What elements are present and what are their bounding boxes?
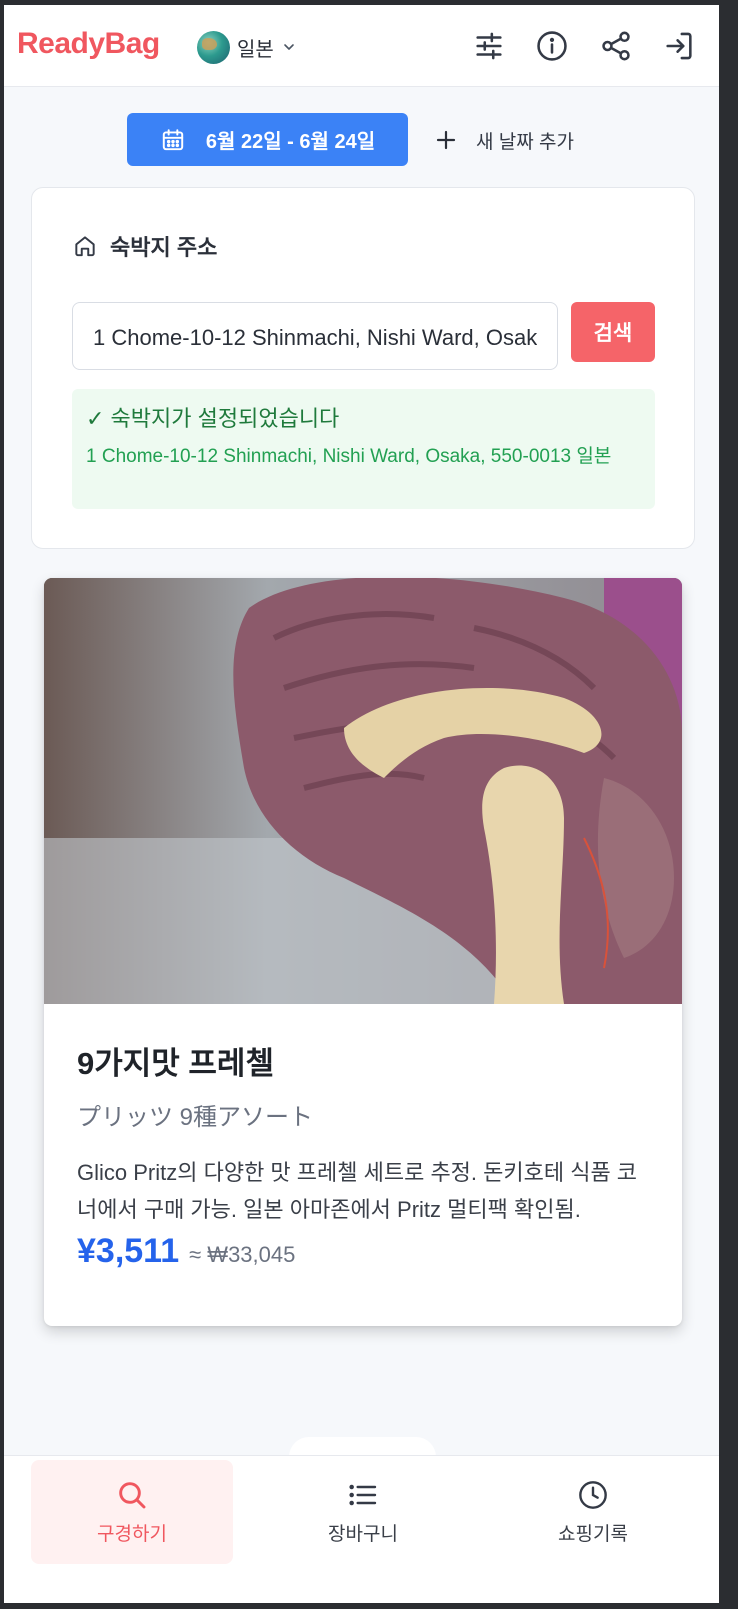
product-info: 9가지맛 프레첼 プリッツ 9種アソート Glico Pritz의 다양한 맛 …: [77, 1038, 657, 1271]
info-icon[interactable]: [535, 29, 569, 63]
product-card[interactable]: 9가지맛 프레첼 プリッツ 9種アソート Glico Pritz의 다양한 맛 …: [44, 578, 682, 1326]
price-jpy: ¥3,511: [77, 1232, 180, 1270]
share-icon[interactable]: [599, 29, 633, 63]
nav-history-label: 쇼핑기록: [558, 1523, 628, 1545]
calendar-icon: [162, 128, 184, 150]
address-input[interactable]: [72, 302, 558, 370]
country-selector[interactable]: 일본: [197, 29, 297, 65]
sliders-icon[interactable]: [472, 29, 506, 63]
product-subtitle: プリッツ 9種アソート: [77, 1104, 314, 1131]
chevron-down-icon: [284, 44, 294, 50]
country-globe-icon: [197, 30, 230, 64]
price-krw: ≈ ₩33,045: [189, 1242, 296, 1267]
nav-browse[interactable]: 구경하기: [31, 1460, 233, 1564]
app-logo[interactable]: ReadyBag: [17, 27, 160, 61]
product-price: ¥3,511 ≈ ₩33,045: [77, 1232, 657, 1271]
nav-cart-label: 장바구니: [328, 1523, 398, 1545]
add-date-label: 새 날짜 추가: [476, 131, 574, 153]
product-name: 9가지맛 프레첼: [77, 1046, 274, 1081]
nav-history[interactable]: 쇼핑기록: [492, 1460, 694, 1564]
accommodation-status: ✓ 숙박지가 설정되었습니다 1 Chome-10-12 Shinmachi, …: [72, 389, 655, 509]
accommodation-title: 숙박지 주소: [72, 230, 217, 262]
brain-model-photo: [44, 578, 682, 1004]
date-range-label: 6월 22일 - 6월 24일: [205, 131, 376, 153]
search-icon: [119, 1481, 146, 1508]
login-icon[interactable]: [662, 29, 696, 63]
app-header: ReadyBag 일본: [4, 5, 719, 87]
bottom-nav: 구경하기 장바구니 쇼핑기록: [4, 1455, 719, 1603]
status-address: 1 Chome-10-12 Shinmachi, Nishi Ward, Osa…: [86, 446, 612, 467]
app-frame: ReadyBag 일본 6월 22일 - 6월 24일 새 날짜 추가 숙박지 …: [4, 5, 719, 1603]
country-label: 일본: [237, 38, 274, 61]
date-range-chip[interactable]: 6월 22일 - 6월 24일: [127, 113, 408, 166]
list-icon: [349, 1484, 377, 1505]
plus-icon: [436, 130, 456, 150]
clock-icon: [579, 1480, 607, 1509]
status-title: ✓ 숙박지가 설정되었습니다: [86, 406, 340, 431]
accommodation-card: 숙박지 주소 검색 ✓ 숙박지가 설정되었습니다 1 Chome-10-12 S…: [31, 187, 695, 549]
add-date-button[interactable]: 새 날짜 추가: [434, 117, 574, 163]
product-image: [44, 578, 682, 1004]
search-button[interactable]: 검색: [571, 302, 655, 362]
home-icon: [75, 236, 95, 257]
nav-cart[interactable]: 장바구니: [262, 1460, 464, 1564]
product-description: Glico Pritz의 다양한 맛 프레첼 세트로 추정. 돈키호테 식품 코…: [77, 1160, 638, 1222]
nav-browse-label: 구경하기: [97, 1523, 167, 1545]
